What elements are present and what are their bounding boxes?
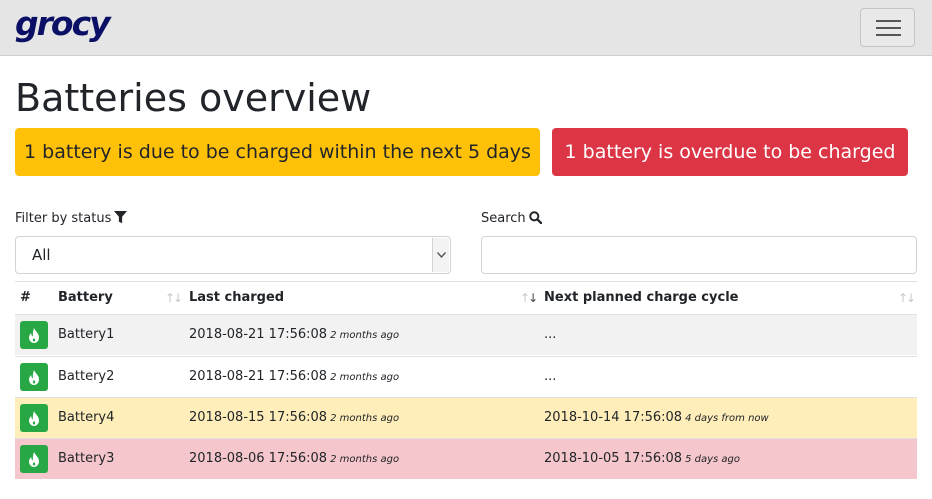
- col-battery-header[interactable]: Battery: [58, 290, 113, 306]
- battery-name: Battery3: [58, 451, 115, 466]
- last-charged-cell: 2018-08-21 17:56:08 2 months ago: [189, 315, 399, 356]
- page-title: Batteries overview: [15, 76, 372, 120]
- fire-icon: [29, 369, 39, 385]
- sort-icon[interactable]: ↑↓: [165, 291, 183, 305]
- status-filter-select[interactable]: All: [15, 236, 451, 274]
- last-charged-relative: 2 months ago: [330, 330, 400, 341]
- fire-icon: [29, 327, 39, 343]
- last-charged-cell: 2018-08-06 17:56:08 2 months ago: [189, 439, 399, 480]
- search-label-text: Search: [481, 211, 526, 226]
- table-row: Battery2 2018-08-21 17:56:08 2 months ago.…: [15, 356, 917, 397]
- next-cycle-date: 2018-10-05 17:56:08: [544, 451, 683, 466]
- last-charged-cell: 2018-08-15 17:56:08 2 months ago: [189, 398, 399, 439]
- col-next-cycle-header[interactable]: Next planned charge cycle: [544, 290, 738, 306]
- last-charged-date: 2018-08-21 17:56:08: [189, 327, 328, 342]
- next-cycle-date: ...: [544, 369, 557, 384]
- search-label: Search: [481, 210, 542, 228]
- status-filter-label: Filter by status: [15, 210, 128, 228]
- status-filter-value: All: [32, 246, 51, 264]
- sort-active-icon[interactable]: ↑↓: [520, 291, 538, 305]
- track-charge-cycle-button[interactable]: [20, 321, 48, 349]
- last-charged-date: 2018-08-15 17:56:08: [189, 410, 328, 425]
- due-soon-alert[interactable]: 1 battery is due to be charged within th…: [15, 128, 540, 176]
- track-charge-cycle-button[interactable]: [20, 445, 48, 473]
- last-charged-date: 2018-08-21 17:56:08: [189, 369, 328, 384]
- track-charge-cycle-button[interactable]: [20, 363, 48, 391]
- hamburger-icon-line-3: [876, 34, 901, 36]
- hamburger-icon: [876, 20, 901, 22]
- last-charged-relative: 2 months ago: [330, 454, 400, 465]
- search-icon: [528, 211, 542, 225]
- last-charged-date: 2018-08-06 17:56:08: [189, 451, 328, 466]
- next-cycle-date: ...: [544, 327, 557, 342]
- last-charged-relative: 2 months ago: [330, 372, 400, 383]
- search-input[interactable]: [481, 236, 917, 274]
- filter-icon: [114, 211, 128, 224]
- overdue-alert[interactable]: 1 battery is overdue to be charged: [552, 128, 908, 176]
- table-top-border: [15, 281, 917, 282]
- brand-logo[interactable]: grocy: [15, 2, 111, 46]
- hamburger-icon-line-2: [876, 27, 901, 29]
- next-cycle-date: 2018-10-14 17:56:08: [544, 410, 683, 425]
- col-last-charged-header[interactable]: Last charged: [189, 290, 284, 306]
- next-cycle-relative: 4 days from now: [685, 413, 769, 424]
- next-cycle-relative: 5 days ago: [685, 454, 740, 465]
- table-row: Battery3 2018-08-06 17:56:08 2 months ago 2…: [15, 438, 917, 479]
- chevron-down-icon[interactable]: [432, 238, 449, 272]
- battery-name: Battery1: [58, 327, 115, 342]
- battery-name: Battery4: [58, 410, 115, 425]
- fire-icon: [29, 451, 39, 467]
- table-row: Battery1 2018-08-21 17:56:08 2 months ago.…: [15, 314, 917, 355]
- next-cycle-cell: 2018-10-05 17:56:08 5 days ago: [544, 439, 740, 480]
- track-charge-cycle-button[interactable]: [20, 404, 48, 432]
- next-cycle-cell: ...: [544, 357, 559, 398]
- fire-icon: [29, 410, 39, 426]
- next-cycle-cell: 2018-10-14 17:56:08 4 days from now: [544, 398, 769, 439]
- status-filter-label-text: Filter by status: [15, 211, 112, 226]
- next-cycle-cell: ...: [544, 315, 559, 356]
- table-row: Battery4 2018-08-15 17:56:08 2 months ago 2…: [15, 397, 917, 438]
- navbar: grocy: [0, 0, 932, 56]
- last-charged-relative: 2 months ago: [330, 413, 400, 424]
- last-charged-cell: 2018-08-21 17:56:08 2 months ago: [189, 357, 399, 398]
- sort-icon[interactable]: ↑↓: [898, 291, 916, 305]
- menu-toggle-button[interactable]: [860, 8, 915, 47]
- col-hash-header: #: [20, 290, 31, 305]
- battery-name: Battery2: [58, 369, 115, 384]
